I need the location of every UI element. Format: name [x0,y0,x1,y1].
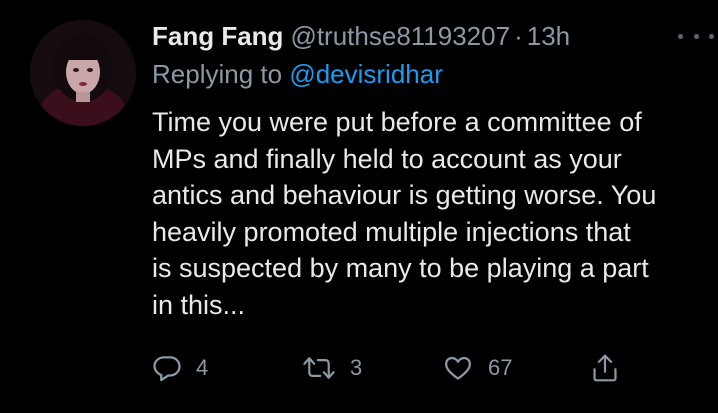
tweet-card[interactable]: Fang Fang @truthse81193207 · 13h Replyin… [0,0,718,413]
reply-mention-link[interactable]: @devisridhar [289,59,443,89]
avatar[interactable] [30,20,136,126]
more-horizontal-icon [678,33,683,39]
share-icon [593,354,617,382]
like-button[interactable]: 67 [442,350,512,386]
tweet-text: Time you were put before a committee of … [152,104,718,323]
tweet-text-line: is suspected by many to be playing a par… [152,253,649,283]
tweet-text-line: in this... [152,289,246,320]
tweet-text-line: heavily promoted multiple injections tha… [152,216,631,247]
avatar-image [30,20,136,126]
more-options-button[interactable] [678,28,714,44]
header-separator: · [514,21,523,51]
reply-bubble-icon [153,356,181,382]
tweet-actions: 4 3 67 [0,350,718,386]
reply-count: 4 [196,355,209,380]
tweet-text-line: Time you were put before a committee of [152,107,642,137]
retweet-button[interactable]: 3 [302,350,362,386]
heart-icon [445,356,471,380]
author-display-name[interactable]: Fang Fang [152,18,283,54]
author-handle[interactable]: @truthse81193207 [290,18,510,54]
tweet-header: Fang Fang @truthse81193207 · 13h [152,18,570,54]
reply-button[interactable]: 4 [152,350,208,386]
tweet-text-line: MPs and finally held to account as your [152,143,622,174]
retweet-icon [303,357,335,379]
retweet-count: 3 [350,355,363,380]
replying-to: Replying to @devisridhar [152,56,443,92]
tweet-timestamp[interactable]: 13h [527,18,570,54]
share-button[interactable] [590,350,620,386]
tweet-text-line: antics and behaviour is getting worse. Y… [152,180,657,210]
replying-to-label: Replying to [152,59,283,89]
like-count: 67 [488,355,513,380]
